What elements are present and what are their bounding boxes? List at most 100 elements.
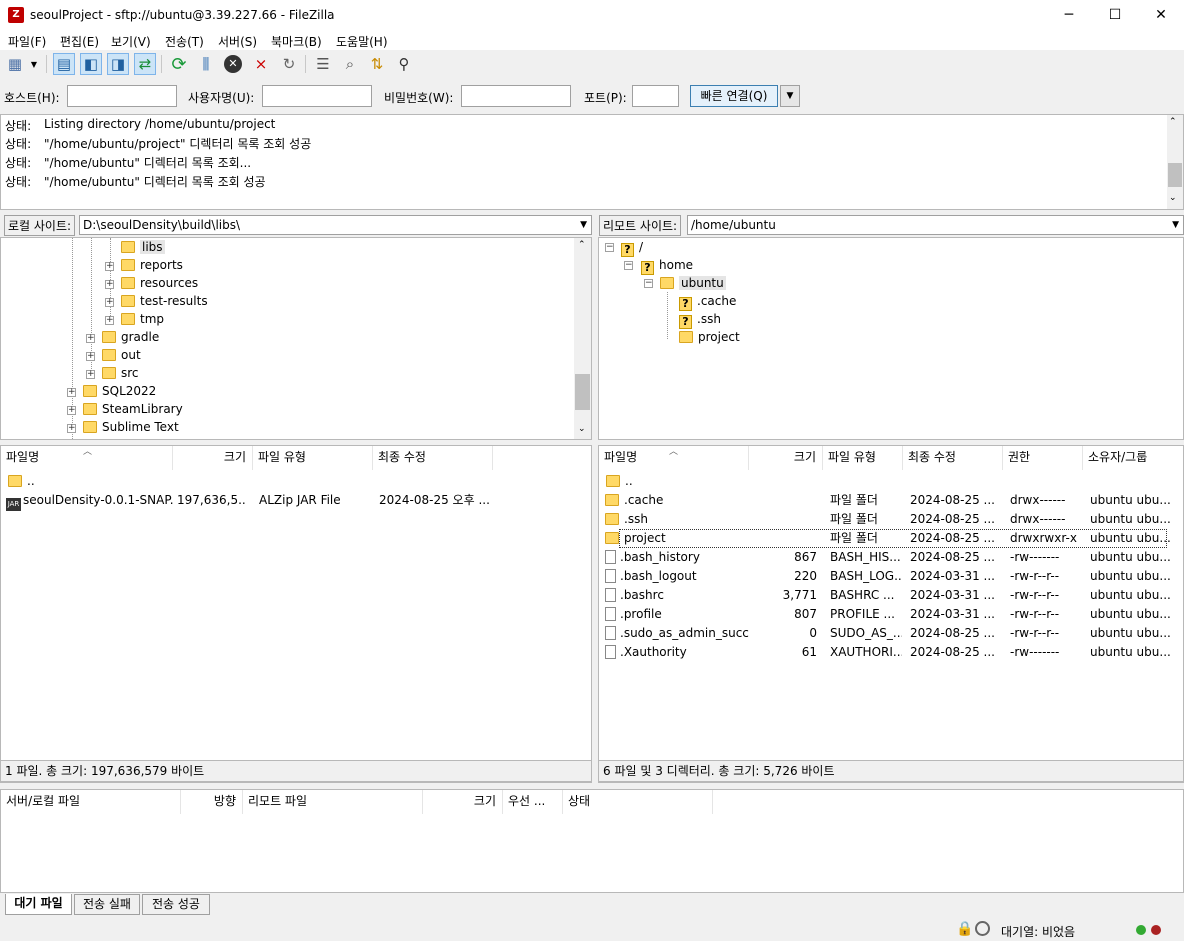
maximize-button[interactable]: ☐ [1092, 0, 1138, 31]
username-input[interactable] [262, 85, 372, 107]
tab-queued-files[interactable]: 대기 파일 [5, 894, 72, 915]
close-button[interactable]: ✕ [1138, 0, 1184, 31]
chevron-down-icon[interactable]: ▼ [780, 85, 800, 107]
folder-icon [121, 313, 135, 325]
list-item[interactable]: .cache 파일 폴더 2024-08-25 ... drwx------ ubunt… [599, 491, 1183, 510]
refresh-icon[interactable]: ⟳ [168, 53, 190, 75]
download-indicator-icon [1151, 925, 1161, 935]
message-log: 상태: Listing directory /home/ubuntu/projec… [0, 114, 1184, 210]
list-item[interactable]: .Xauthority 61 XAUTHORI... 2024-08-25 ... -r… [599, 643, 1183, 662]
filter-icon[interactable]: ☰ [312, 53, 334, 75]
queue-header-status[interactable]: 상태 [563, 790, 713, 814]
filezilla-icon: Z [8, 7, 24, 23]
log-line: 상태: "/home/ubuntu/project" 디렉터리 목록 조회 성공 [5, 137, 312, 151]
queue-header-remote[interactable]: 리모트 파일 [243, 790, 423, 814]
host-input[interactable] [67, 85, 177, 107]
menu-file[interactable]: 파일(F) [8, 33, 46, 50]
quickconnect-button[interactable]: 빠른 연결(Q) [690, 85, 778, 107]
local-status: 1 파일. 총 크기: 197,636,579 바이트 [0, 760, 592, 782]
username-label: 사용자명(U): [188, 91, 255, 105]
minimize-button[interactable]: ─ [1046, 0, 1092, 31]
menu-server[interactable]: 서버(S) [218, 33, 257, 50]
reconnect-icon[interactable]: ↻ [278, 53, 300, 75]
column-header-modified[interactable]: 최종 수정 [903, 446, 1003, 470]
menu-help[interactable]: 도움말(H) [336, 33, 388, 50]
column-header-type[interactable]: 파일 유형 [823, 446, 903, 470]
toggle-queue-icon[interactable]: ⇄ [134, 53, 156, 75]
column-header-type[interactable]: 파일 유형 [253, 446, 373, 470]
port-input[interactable] [632, 85, 679, 107]
list-item[interactable]: .. [599, 472, 1183, 491]
column-header-owner[interactable]: 소유자/그룹 [1083, 446, 1183, 470]
tree-node[interactable]: Sublime Text [83, 418, 179, 436]
tree-node[interactable]: reports [121, 256, 183, 274]
list-item[interactable]: .ssh 파일 폴더 2024-08-25 ... drwx------ ubuntu … [599, 510, 1183, 529]
tree-node[interactable]: resources [121, 274, 198, 292]
tab-successful-transfers[interactable]: 전송 성공 [142, 894, 210, 915]
queue-header-direction[interactable]: 방향 [181, 790, 243, 814]
toggle-log-icon[interactable]: ▤ [53, 53, 75, 75]
search-icon[interactable]: ⚲ [393, 53, 415, 75]
list-item[interactable]: .bash_logout 220 BASH_LOG... 2024-03-31 ...… [599, 567, 1183, 586]
disconnect-icon[interactable]: ⨯ [250, 53, 272, 75]
tree-node[interactable]: ? .ssh [679, 310, 721, 329]
log-line: 상태: "/home/ubuntu" 디렉터리 목록 조회 성공 [5, 175, 266, 189]
toggle-remote-tree-icon[interactable]: ◨ [107, 53, 129, 75]
tab-failed-transfers[interactable]: 전송 실패 [74, 894, 140, 915]
sync-browse-icon[interactable]: ⇅ [366, 53, 388, 75]
menu-view[interactable]: 보기(V) [111, 33, 151, 50]
remote-path-bar: 리모트 사이트: /home/ubuntu ▼ [598, 214, 1184, 236]
tree-node[interactable]: gradle [102, 328, 159, 346]
list-item[interactable]: .profile 807 PROFILE ... 2024-03-31 ... -rw-… [599, 605, 1183, 624]
menu-bar: 파일(F) 편집(E) 보기(V) 전송(T) 서버(S) 북마크(B) 도움말… [0, 31, 1184, 50]
tree-node[interactable]: libs [121, 238, 165, 256]
queue-header-priority[interactable]: 우선 ... [503, 790, 563, 814]
compare-icon[interactable]: ⌕ [339, 53, 361, 75]
toggle-local-tree-icon[interactable]: ◧ [80, 53, 102, 75]
log-scrollbar[interactable]: ⌃ ⌄ [1167, 115, 1183, 209]
tree-node[interactable]: tmp [121, 310, 164, 328]
local-site-label: 로컬 사이트: [4, 215, 76, 236]
transfer-queue: 서버/로컬 파일 방향 리모트 파일 크기 우선 ... 상태 [0, 789, 1184, 893]
column-header-size[interactable]: 크기 [173, 446, 253, 470]
list-item[interactable]: .. [1, 472, 591, 491]
queue-header-size[interactable]: 크기 [423, 790, 503, 814]
tree-node[interactable]: ? .cache [679, 292, 736, 311]
file-icon [605, 588, 616, 602]
tree-node[interactable]: SteamLibrary [83, 400, 183, 418]
upload-indicator-icon [1136, 925, 1146, 935]
column-header-size[interactable]: 크기 [749, 446, 823, 470]
list-item[interactable]: JAR seoulDensity-0.0.1-SNAP... 197,636,5.… [1, 491, 591, 511]
tree-node[interactable]: ? home [641, 256, 693, 275]
local-tree-scrollbar[interactable]: ⌃ ⌄ [574, 238, 591, 439]
site-manager-icon[interactable]: ▦ [4, 53, 26, 75]
menu-edit[interactable]: 편집(E) [60, 33, 99, 50]
column-header-permissions[interactable]: 권한 [1003, 446, 1083, 470]
list-item[interactable]: project 파일 폴더 2024-08-25 ... drwxrwxr-x ubun… [605, 529, 1170, 548]
file-icon [605, 569, 616, 583]
tree-node[interactable]: SQL2022 [83, 382, 156, 400]
tree-node[interactable]: ubuntu [660, 274, 726, 292]
menu-bookmarks[interactable]: 북마크(B) [271, 33, 322, 50]
list-item[interactable]: .bashrc 3,771 BASHRC ... 2024-03-31 ... -rw-… [599, 586, 1183, 605]
queue-header-file[interactable]: 서버/로컬 파일 [1, 790, 181, 814]
list-item[interactable]: .sudo_as_admin_succ... 0 SUDO_AS_... 2024-0… [599, 624, 1183, 643]
local-file-list: 파일명 ︿ 크기 파일 유형 최종 수정 .. JAR seoulDensity-… [0, 445, 592, 783]
menu-transfer[interactable]: 전송(T) [165, 33, 204, 50]
tree-node[interactable]: src [102, 364, 139, 382]
tree-node[interactable]: out [102, 346, 141, 364]
chevron-down-icon[interactable]: ▼ [27, 53, 41, 75]
folder-icon [605, 532, 619, 544]
list-item[interactable]: .bash_history 867 BASH_HIS... 2024-08-25 ..… [599, 548, 1183, 567]
remote-path-input[interactable]: /home/ubuntu ▼ [687, 215, 1184, 235]
process-queue-icon[interactable]: ⫼ [195, 53, 217, 75]
cancel-icon[interactable]: ✕ [222, 53, 244, 75]
tree-node[interactable]: ? / [621, 238, 643, 257]
jar-file-icon: JAR [6, 498, 21, 511]
tree-node[interactable]: test-results [121, 292, 208, 310]
tree-node[interactable]: project [679, 328, 740, 346]
local-path-input[interactable]: D:\seoulDensity\build\libs\ ▼ [79, 215, 592, 235]
column-header-modified[interactable]: 최종 수정 [373, 446, 493, 470]
password-input[interactable] [461, 85, 571, 107]
speed-limit-icon[interactable] [975, 921, 990, 936]
